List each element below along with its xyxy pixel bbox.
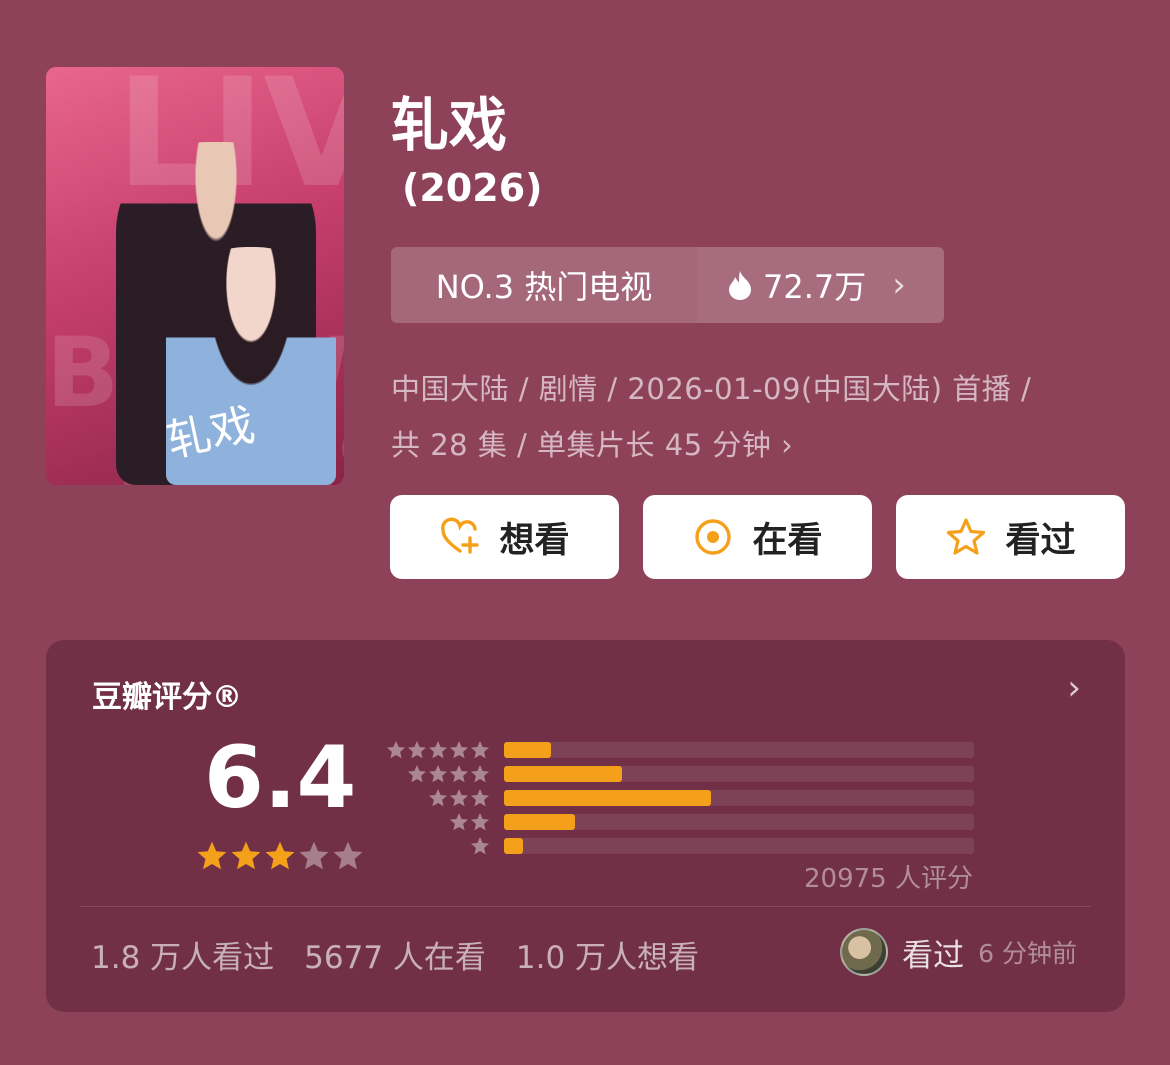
show-meta-line2-text: 共 28 集 / 单集片长 45 分钟 — [391, 428, 772, 462]
star-small-icon — [450, 813, 468, 831]
show-meta-line2[interactable]: 共 28 集 / 单集片长 45 分钟 › — [391, 422, 1121, 464]
star-outline-icon — [947, 518, 986, 555]
show-year: (2026) — [402, 166, 543, 210]
row-stars — [384, 836, 490, 856]
star-small-icon — [387, 741, 405, 759]
rating-title: 豆瓣评分® — [92, 680, 242, 715]
star-small-icon — [471, 741, 489, 759]
rating-score: 6.4 — [204, 728, 357, 828]
rating-bar-track — [504, 838, 974, 854]
star-empty-icon — [333, 841, 363, 870]
star-small-icon — [471, 765, 489, 783]
star-filled-icon — [265, 841, 295, 870]
poster-image[interactable]: LIVE BETWEEN LINES 轧戏 — [46, 67, 344, 485]
star-small-icon — [429, 789, 447, 807]
star-empty-icon — [299, 841, 329, 870]
rating-count: 20975 人评分 — [804, 864, 973, 894]
rating-row-1-star — [384, 834, 974, 858]
heat-section[interactable]: 72.7万 › — [697, 247, 944, 323]
want-label: 想看 — [499, 520, 570, 561]
recent-label: 看过 — [902, 937, 965, 974]
rating-bar-fill — [504, 766, 622, 782]
rating-bar-fill — [504, 790, 711, 806]
star-small-icon — [408, 741, 426, 759]
rating-bar-track — [504, 742, 974, 758]
rank-label: NO.3 热门电视 — [391, 247, 697, 323]
rating-bar-track — [504, 814, 974, 830]
show-meta-line1: 中国大陆 / 剧情 / 2026-01-09(中国大陆) 首播 / — [391, 372, 1032, 406]
star-small-icon — [450, 765, 468, 783]
rating-bar-fill — [504, 814, 575, 830]
watching-button[interactable]: 在看 — [643, 495, 872, 579]
star-small-icon — [429, 765, 447, 783]
stat-watched[interactable]: 1.8 万人看过 — [91, 932, 274, 977]
chevron-right-icon: › — [781, 428, 794, 462]
recent-time: 6 分钟前 — [978, 939, 1077, 968]
ranking-banner[interactable]: NO.3 热门电视 72.7万 › — [391, 247, 944, 323]
score-stars — [196, 840, 364, 872]
rating-bar-track — [504, 766, 974, 782]
rating-row-2-star — [384, 810, 974, 834]
stat-want[interactable]: 1.0 万人想看 — [516, 932, 699, 977]
row-stars — [384, 740, 490, 760]
target-circle-icon — [695, 519, 732, 555]
rating-bar-fill — [504, 742, 551, 758]
rating-row-3-star — [384, 786, 974, 810]
row-stars — [384, 764, 490, 784]
avatar — [840, 928, 889, 976]
watched-button[interactable]: 看过 — [896, 495, 1125, 579]
rating-row-4-star — [384, 762, 974, 786]
heart-plus-icon — [441, 517, 480, 554]
star-filled-icon — [231, 841, 261, 870]
star-filled-icon — [197, 841, 227, 870]
star-small-icon — [471, 837, 489, 855]
watched-label: 看过 — [1005, 520, 1076, 561]
flame-icon — [729, 271, 751, 300]
heat-value: 72.7万 — [763, 268, 867, 306]
recent-activity[interactable]: 看过 6 分钟前 — [840, 928, 1077, 976]
chevron-right-icon[interactable]: › — [1067, 668, 1081, 708]
star-small-icon — [471, 813, 489, 831]
rating-row-5-star — [384, 738, 974, 762]
star-small-icon — [471, 789, 489, 807]
star-small-icon — [450, 789, 468, 807]
stat-watching[interactable]: 5677 人在看 — [304, 932, 486, 977]
rating-card: 豆瓣评分® › 6.4 20975 人评分 1.8 万人看过 5677 人在看 … — [46, 640, 1125, 1012]
star-small-icon — [408, 765, 426, 783]
star-small-icon — [450, 741, 468, 759]
rating-bar-fill — [504, 838, 523, 854]
row-stars — [384, 812, 490, 832]
want-button[interactable]: 想看 — [390, 495, 619, 579]
chevron-right-icon: › — [892, 265, 906, 305]
star-small-icon — [429, 741, 447, 759]
watching-label: 在看 — [752, 520, 823, 561]
rating-bar-track — [504, 790, 974, 806]
row-stars — [384, 788, 490, 808]
show-title: 轧戏 — [391, 91, 508, 159]
divider — [80, 906, 1091, 907]
stats-row: 1.8 万人看过 5677 人在看 1.0 万人想看 — [91, 932, 699, 977]
